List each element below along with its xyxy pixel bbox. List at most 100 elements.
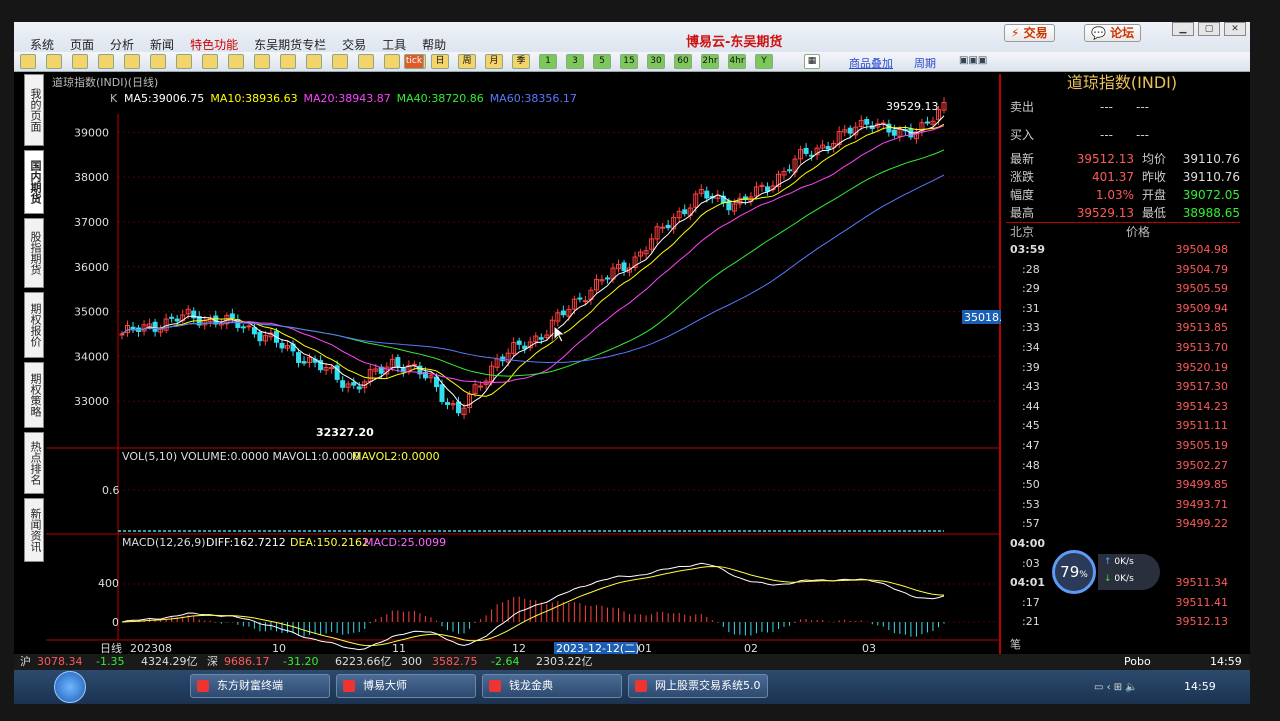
calendar-icon[interactable]: ▦ bbox=[804, 54, 820, 69]
period-button-2[interactable]: 周 bbox=[458, 54, 476, 69]
menu-item-1[interactable]: 页面 bbox=[62, 38, 102, 52]
period-button-8[interactable]: 15 bbox=[620, 54, 638, 69]
period-button-1[interactable]: 日 bbox=[431, 54, 449, 69]
candle-body bbox=[246, 325, 252, 328]
candle-body bbox=[296, 352, 302, 363]
left-tab-0[interactable]: 我的页面 bbox=[24, 74, 44, 146]
tick-price: 39514.23 bbox=[1175, 399, 1229, 413]
tick-row: :29 39505.59 bbox=[1004, 279, 1238, 298]
status-item-6: -31.20 bbox=[283, 655, 319, 668]
period-button-13[interactable]: Y bbox=[755, 54, 773, 69]
taskbar-item-1[interactable]: 博易大师 bbox=[336, 674, 476, 698]
left-tab-1[interactable]: 国内期货 bbox=[24, 150, 44, 214]
overlay-link[interactable]: 商品叠加 bbox=[849, 55, 893, 71]
tool-icon-1[interactable] bbox=[46, 54, 62, 69]
status-item-8: 300 bbox=[401, 655, 422, 668]
left-tab-4[interactable]: 期权策略 bbox=[24, 362, 44, 428]
ma-line-5 bbox=[121, 115, 945, 407]
brand-label: Pobo bbox=[1124, 655, 1151, 668]
start-button[interactable] bbox=[54, 671, 86, 703]
candle-body bbox=[229, 313, 235, 319]
tick-price: 39513.70 bbox=[1175, 341, 1229, 354]
candle-body bbox=[516, 340, 522, 345]
candle-body bbox=[444, 402, 450, 405]
tool-icon-7[interactable] bbox=[202, 54, 218, 69]
menu-item-8[interactable]: 帮助 bbox=[414, 38, 454, 52]
tick-time: 03:59 bbox=[1010, 243, 1046, 256]
period-button-5[interactable]: 1 bbox=[539, 54, 557, 69]
upload-arrow-icon: ↑ bbox=[1104, 557, 1112, 567]
kline-chart[interactable]: 道琼指数(INDI)(日线) K MA5:39006.75 MA10:38936.63… bbox=[46, 74, 1001, 654]
low-label: 32327.20 bbox=[316, 426, 374, 439]
menu-item-5[interactable]: 东吴期货专栏 bbox=[246, 38, 334, 52]
menu-item-2[interactable]: 分析 bbox=[102, 38, 142, 52]
tool-icon-12[interactable] bbox=[332, 54, 348, 69]
tool-icon-4[interactable] bbox=[124, 54, 140, 69]
candle-body bbox=[665, 224, 671, 229]
tick-price: 39520.19 bbox=[1175, 360, 1229, 374]
tool-icon-5[interactable] bbox=[150, 54, 166, 69]
tool-icon-8[interactable] bbox=[228, 54, 244, 69]
period-button-0[interactable]: tick bbox=[404, 54, 424, 69]
maximize-button[interactable]: ▢ bbox=[1198, 22, 1220, 36]
tool-icon-13[interactable] bbox=[358, 54, 374, 69]
period-button-7[interactable]: 5 bbox=[593, 54, 611, 69]
period-link[interactable]: 周期 bbox=[914, 55, 936, 71]
left-tab-6[interactable]: 新闻资讯 bbox=[24, 498, 44, 562]
close-button[interactable]: ✕ bbox=[1224, 22, 1246, 36]
tick-time: :17 bbox=[1022, 595, 1040, 609]
menu-item-3[interactable]: 新闻 bbox=[142, 38, 182, 52]
x-tick-5: 02 bbox=[744, 642, 758, 654]
left-tab-3[interactable]: 期权报价 bbox=[24, 292, 44, 358]
candle-body bbox=[478, 385, 484, 388]
status-item-5: 9686.17 bbox=[224, 655, 270, 668]
tick-row: :44 39514.23 bbox=[1004, 397, 1238, 416]
quote-value: 39110.76 bbox=[1182, 170, 1240, 184]
period-button-12[interactable]: 4hr bbox=[728, 54, 746, 69]
minimize-button[interactable]: ▁ bbox=[1172, 22, 1194, 36]
menu-item-0[interactable]: 系统 bbox=[22, 38, 62, 52]
tool-icon-9[interactable] bbox=[254, 54, 270, 69]
status-item-9: 3582.75 bbox=[432, 655, 478, 668]
tool-icon-3[interactable] bbox=[98, 54, 114, 69]
taskbar-item-3[interactable]: 网上股票交易系统5.0 bbox=[628, 674, 768, 698]
left-tab-5[interactable]: 热点排名 bbox=[24, 432, 44, 494]
tool-icon-10[interactable] bbox=[280, 54, 296, 69]
tick-region: 北京 bbox=[1010, 225, 1035, 239]
candle-body bbox=[604, 277, 610, 280]
tool-icon-0[interactable] bbox=[20, 54, 36, 69]
sell-price: --- bbox=[1100, 100, 1113, 114]
tool-icon-2[interactable] bbox=[72, 54, 88, 69]
tick-price: 39502.27 bbox=[1175, 458, 1229, 472]
status-item-7: 6223.66亿 bbox=[335, 655, 392, 668]
menu-item-7[interactable]: 工具 bbox=[374, 38, 414, 52]
period-button-10[interactable]: 60 bbox=[674, 54, 692, 69]
candle-body bbox=[825, 146, 831, 150]
menu-item-4[interactable]: 特色功能 bbox=[182, 38, 246, 52]
screen: 博易云-东吴期货 ⚡ 交易 💬 论坛 ▁ ▢ ✕ 系统 页面 分析 新闻 特色功能 东吴期… bbox=[14, 22, 1250, 704]
period-button-9[interactable]: 30 bbox=[647, 54, 665, 69]
period-button-3[interactable]: 月 bbox=[485, 54, 503, 69]
trade-label: 交易 bbox=[1023, 26, 1048, 40]
menu-item-6[interactable]: 交易 bbox=[334, 38, 374, 52]
taskbar-item-2[interactable]: 钱龙金典 bbox=[482, 674, 622, 698]
quote-key: 最高 bbox=[1010, 206, 1035, 220]
layout-icons[interactable]: ▣▣▣ bbox=[959, 55, 987, 66]
taskbar-item-0[interactable]: 东方财富终端 bbox=[190, 674, 330, 698]
buy-price: --- bbox=[1100, 128, 1113, 142]
trade-button[interactable]: ⚡ 交易 bbox=[1004, 24, 1055, 42]
tool-icon-14[interactable] bbox=[384, 54, 400, 69]
period-button-4[interactable]: 季 bbox=[512, 54, 530, 69]
candle-body bbox=[577, 297, 583, 300]
period-button-6[interactable]: 3 bbox=[566, 54, 584, 69]
tool-icon-11[interactable] bbox=[306, 54, 322, 69]
period-button-11[interactable]: 2hr bbox=[701, 54, 719, 69]
tool-icon-6[interactable] bbox=[176, 54, 192, 69]
tick-time: :57 bbox=[1022, 517, 1040, 531]
candle-body bbox=[924, 121, 930, 124]
candle-body bbox=[433, 376, 439, 388]
left-tab-2[interactable]: 股指期货 bbox=[24, 218, 44, 288]
forum-button[interactable]: 💬 论坛 bbox=[1084, 24, 1142, 42]
chart-area[interactable]: 道琼指数(INDI)(日线) K MA5:39006.75 MA10:38936.63… bbox=[46, 74, 1001, 654]
tick-time: :29 bbox=[1022, 282, 1040, 296]
